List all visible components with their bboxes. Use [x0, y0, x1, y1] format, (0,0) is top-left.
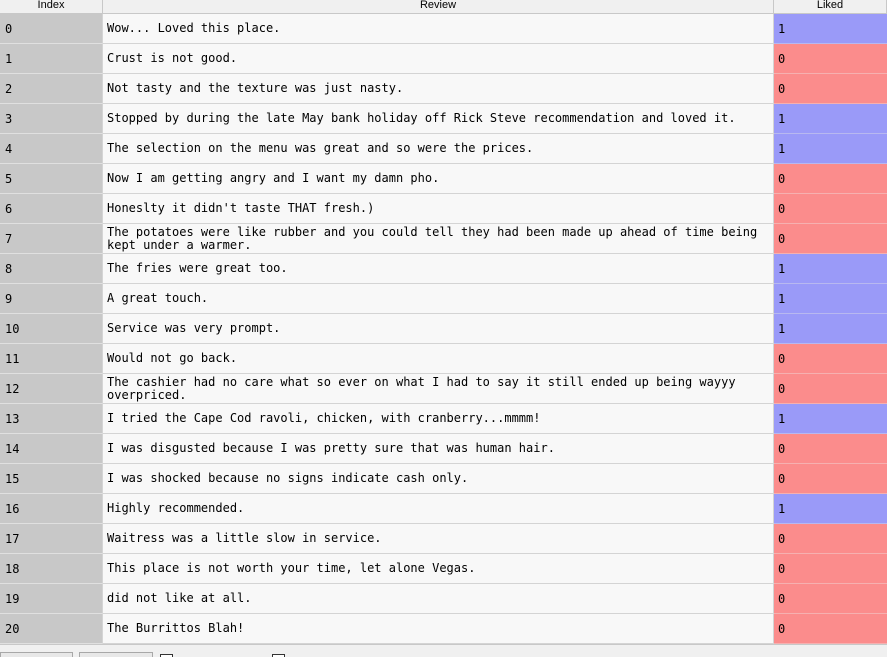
dataframe-viewer: Index Review Liked 0 Wow... Loved this pl…: [0, 0, 887, 657]
column-header-review[interactable]: Review: [103, 0, 774, 14]
cell-index[interactable]: 11: [0, 344, 103, 374]
column-header-index[interactable]: Index: [0, 0, 103, 14]
table-row[interactable]: 17 Waitress was a little slow in service.…: [0, 524, 887, 554]
cell-liked[interactable]: 0: [774, 524, 887, 554]
cell-index[interactable]: 17: [0, 524, 103, 554]
cell-liked[interactable]: 1: [774, 14, 887, 44]
table-row[interactable]: 12 The cashier had no care what so ever o…: [0, 374, 887, 404]
table-row[interactable]: 14 I was disgusted because I was pretty s…: [0, 434, 887, 464]
cell-index[interactable]: 1: [0, 44, 103, 74]
table-row[interactable]: 1 Crust is not good. 0: [0, 44, 887, 74]
table-row[interactable]: 0 Wow... Loved this place. 1: [0, 14, 887, 44]
cell-liked[interactable]: 0: [774, 194, 887, 224]
cell-liked[interactable]: 0: [774, 44, 887, 74]
cell-liked[interactable]: 1: [774, 404, 887, 434]
table-row[interactable]: 10 Service was very prompt. 1: [0, 314, 887, 344]
cell-index[interactable]: 2: [0, 74, 103, 104]
cell-index[interactable]: 9: [0, 284, 103, 314]
table-row[interactable]: 2 Not tasty and the texture was just nast…: [0, 74, 887, 104]
cell-index[interactable]: 14: [0, 434, 103, 464]
toolbar-button[interactable]: [0, 652, 73, 657]
cell-liked[interactable]: 0: [774, 164, 887, 194]
cell-index[interactable]: 8: [0, 254, 103, 284]
cell-review[interactable]: The cashier had no care what so ever on …: [103, 374, 774, 404]
table-row[interactable]: 13 I tried the Cape Cod ravoli, chicken, …: [0, 404, 887, 434]
cell-index[interactable]: 13: [0, 404, 103, 434]
cell-review[interactable]: Wow... Loved this place.: [103, 14, 774, 44]
cell-liked[interactable]: 0: [774, 224, 887, 254]
cell-index[interactable]: 18: [0, 554, 103, 584]
table-row[interactable]: 7 The potatoes were like rubber and you c…: [0, 224, 887, 254]
cell-review[interactable]: A great touch.: [103, 284, 774, 314]
table-row[interactable]: 20 The Burrittos Blah! 0: [0, 614, 887, 644]
cell-review[interactable]: This place is not worth your time, let a…: [103, 554, 774, 584]
toolbar-button[interactable]: [79, 652, 153, 657]
table-row[interactable]: 4 The selection on the menu was great and…: [0, 134, 887, 164]
table-row[interactable]: 9A great touch. 1: [0, 284, 887, 314]
column-header-liked[interactable]: Liked: [774, 0, 887, 14]
bottom-toolbar: [0, 644, 887, 657]
table-row[interactable]: 19 did not like at all. 0: [0, 584, 887, 614]
table-row[interactable]: 6 Honeslty it didn't taste THAT fresh.) 0: [0, 194, 887, 224]
cell-review[interactable]: Crust is not good.: [103, 44, 774, 74]
cell-review[interactable]: Now I am getting angry and I want my dam…: [103, 164, 774, 194]
cell-index[interactable]: 3: [0, 104, 103, 134]
cell-review[interactable]: I was disgusted because I was pretty sur…: [103, 434, 774, 464]
cell-index[interactable]: 7: [0, 224, 103, 254]
cell-liked[interactable]: 1: [774, 314, 887, 344]
cell-liked[interactable]: 0: [774, 614, 887, 644]
cell-review[interactable]: Not tasty and the texture was just nasty…: [103, 74, 774, 104]
cell-index[interactable]: 15: [0, 464, 103, 494]
cell-liked[interactable]: 1: [774, 284, 887, 314]
table-row[interactable]: 15 I was shocked because no signs indicat…: [0, 464, 887, 494]
cell-index[interactable]: 6: [0, 194, 103, 224]
cell-index[interactable]: 0: [0, 14, 103, 44]
cell-liked[interactable]: 0: [774, 434, 887, 464]
cell-liked[interactable]: 1: [774, 254, 887, 284]
cell-review[interactable]: The selection on the menu was great and …: [103, 134, 774, 164]
cell-liked[interactable]: 1: [774, 134, 887, 164]
cell-review[interactable]: The fries were great too.: [103, 254, 774, 284]
cell-index[interactable]: 20: [0, 614, 103, 644]
table-row[interactable]: 11 Would not go back. 0: [0, 344, 887, 374]
cell-review[interactable]: Waitress was a little slow in service.: [103, 524, 774, 554]
cell-index[interactable]: 19: [0, 584, 103, 614]
table-row[interactable]: 18 This place is not worth your time, let…: [0, 554, 887, 584]
table-header: Index Review Liked: [0, 0, 887, 14]
cell-liked[interactable]: 0: [774, 554, 887, 584]
cell-liked[interactable]: 1: [774, 104, 887, 134]
table-row[interactable]: 5 Now I am getting angry and I want my da…: [0, 164, 887, 194]
cell-index[interactable]: 4: [0, 134, 103, 164]
cell-index[interactable]: 5: [0, 164, 103, 194]
cell-liked[interactable]: 0: [774, 344, 887, 374]
cell-index[interactable]: 12: [0, 374, 103, 404]
cell-liked[interactable]: 0: [774, 464, 887, 494]
cell-review[interactable]: Highly recommended.: [103, 494, 774, 524]
cell-review[interactable]: Service was very prompt.: [103, 314, 774, 344]
cell-index[interactable]: 10: [0, 314, 103, 344]
cell-review[interactable]: I tried the Cape Cod ravoli, chicken, wi…: [103, 404, 774, 434]
cell-review[interactable]: I was shocked because no signs indicate …: [103, 464, 774, 494]
cell-review[interactable]: did not like at all.: [103, 584, 774, 614]
cell-review[interactable]: Honeslty it didn't taste THAT fresh.): [103, 194, 774, 224]
cell-index[interactable]: 16: [0, 494, 103, 524]
table-row[interactable]: 3 Stopped by during the late May bank hol…: [0, 104, 887, 134]
cell-review[interactable]: Would not go back.: [103, 344, 774, 374]
cell-liked[interactable]: 0: [774, 584, 887, 614]
cell-review[interactable]: The potatoes were like rubber and you co…: [103, 224, 774, 254]
cell-liked[interactable]: 0: [774, 74, 887, 104]
cell-review[interactable]: Stopped by during the late May bank holi…: [103, 104, 774, 134]
cell-liked[interactable]: 1: [774, 494, 887, 524]
table-body: 0 Wow... Loved this place. 1 1 Crust is not …: [0, 14, 887, 644]
table-row[interactable]: 16 Highly recommended. 1: [0, 494, 887, 524]
cell-review[interactable]: The Burrittos Blah!: [103, 614, 774, 644]
cell-liked[interactable]: 0: [774, 374, 887, 404]
table-row[interactable]: 8 The fries were great too. 1: [0, 254, 887, 284]
